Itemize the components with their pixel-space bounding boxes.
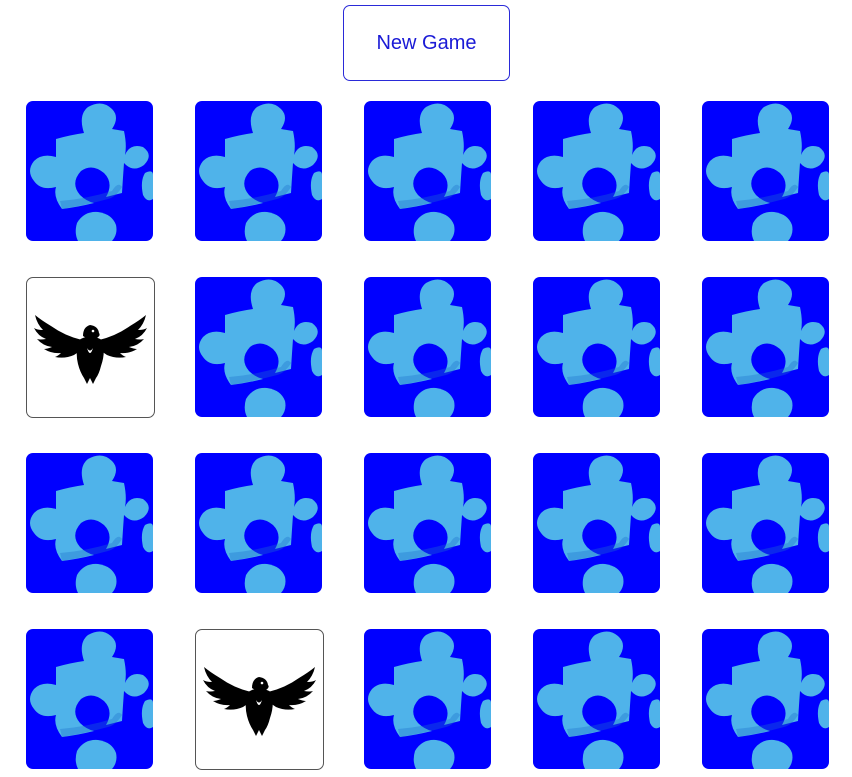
card-face-down[interactable] [26,453,153,593]
eagle-icon [34,315,147,384]
puzzle-piece-icon [706,103,829,241]
puzzle-piece-icon [537,631,660,769]
puzzle-piece-icon [537,103,660,241]
card-face-down[interactable] [364,629,491,769]
card-face-down[interactable] [702,101,829,241]
card-face-down[interactable] [195,101,322,241]
card-face-down[interactable] [364,101,491,241]
puzzle-piece-icon [706,631,829,769]
puzzle-piece-icon [30,455,153,593]
puzzle-piece-icon [199,455,322,593]
eagle-icon [203,667,316,736]
puzzle-piece-icon [368,103,491,241]
card-face-down[interactable] [533,453,660,593]
card-face-down[interactable] [26,629,153,769]
card-face-down[interactable] [195,453,322,593]
puzzle-piece-icon [706,455,829,593]
card-face-down[interactable] [364,453,491,593]
card-face-down[interactable] [195,277,322,417]
puzzle-piece-icon [706,279,829,417]
card-face-down[interactable] [702,453,829,593]
puzzle-piece-icon [199,279,322,417]
card-face-down[interactable] [533,277,660,417]
puzzle-piece-icon [368,279,491,417]
puzzle-piece-icon [368,631,491,769]
card-face-down[interactable] [533,101,660,241]
puzzle-piece-icon [30,103,153,241]
card-grid [0,0,852,777]
card-face-down[interactable] [26,101,153,241]
card-face-up[interactable] [26,277,155,418]
puzzle-piece-icon [537,279,660,417]
puzzle-piece-icon [199,103,322,241]
puzzle-piece-icon [368,455,491,593]
card-face-down[interactable] [533,629,660,769]
card-face-down[interactable] [364,277,491,417]
card-face-down[interactable] [702,629,829,769]
card-face-down[interactable] [702,277,829,417]
puzzle-piece-icon [537,455,660,593]
puzzle-piece-icon [30,631,153,769]
card-face-up[interactable] [195,629,324,770]
